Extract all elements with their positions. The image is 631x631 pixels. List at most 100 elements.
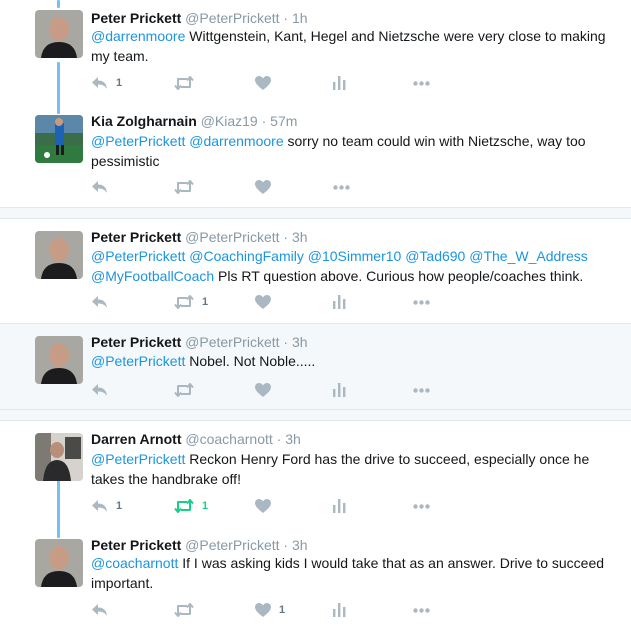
retweet-button[interactable] [174,380,194,400]
timestamp[interactable]: · 57m [262,113,298,129]
tweet-header: Peter Prickett @PeterPrickett · 3h [91,536,308,554]
like-button[interactable] [255,292,271,312]
tweet[interactable]: Peter Prickett @PeterPrickett · 1h @darr… [0,0,631,103]
like-button[interactable]: 1 [255,600,285,620]
timestamp[interactable]: · 3h [283,537,307,553]
author-name[interactable]: Kia Zolgharnain [91,113,197,129]
avatar[interactable] [35,433,83,481]
retweet-icon [174,76,194,90]
like-button[interactable] [255,380,271,400]
more-button[interactable] [413,292,430,312]
analytics-icon [333,76,346,90]
author-name[interactable]: Peter Prickett [91,537,181,553]
retweet-button[interactable] [174,177,194,197]
timestamp[interactable]: · 1h [283,10,307,26]
timestamp[interactable]: · 3h [283,229,307,245]
divider [0,207,631,208]
more-button[interactable] [413,380,430,400]
mention-link[interactable]: @The_W_Address [469,248,587,264]
tweet-header: Peter Prickett @PeterPrickett · 3h [91,333,308,351]
author-name[interactable]: Darren Arnott [91,431,182,447]
analytics-icon [333,295,346,309]
reply-button[interactable] [91,380,108,400]
tweet[interactable]: Kia Zolgharnain @Kiaz19 · 57m @PeterPric… [0,103,631,208]
analytics-icon [333,603,346,617]
heart-icon [255,295,271,309]
tweet-actions: 1 [91,600,430,620]
like-count: 1 [279,604,286,616]
author-name[interactable]: Peter Prickett [91,334,181,350]
retweet-button[interactable] [174,73,194,93]
mention-link[interactable]: @MyFootballCoach [91,268,214,284]
analytics-button[interactable] [333,292,346,312]
retweet-icon [174,383,194,397]
tweet-actions: 1 [91,292,430,312]
more-button[interactable] [333,177,350,197]
mention-link[interactable]: @darrenmoore [91,28,185,44]
reply-button[interactable] [91,600,108,620]
timestamp[interactable]: · 3h [283,334,307,350]
author-handle[interactable]: @PeterPrickett [185,334,279,350]
reply-icon [91,383,108,397]
mention-link[interactable]: @PeterPrickett [91,451,185,467]
like-button[interactable] [255,177,271,197]
conversation-separator [0,410,631,420]
mention-link[interactable]: @PeterPrickett [91,248,185,264]
analytics-button[interactable] [333,600,346,620]
reply-button[interactable]: 1 [91,73,122,93]
more-icon [413,503,430,509]
tweet[interactable]: Darren Arnott @coacharnott · 3h @PeterPr… [0,421,631,531]
retweet-button[interactable] [174,600,194,620]
tweet[interactable]: Peter Prickett @PeterPrickett · 3h @Pete… [0,219,631,323]
mention-link[interactable]: @10Simmer10 [308,248,402,264]
author-handle[interactable]: @PeterPrickett [185,229,279,245]
author-name[interactable]: Peter Prickett [91,10,181,26]
tweet-text-segment: Nobel. Not Noble..... [185,353,316,369]
analytics-button[interactable] [333,73,346,93]
retweet-button[interactable]: 1 [174,496,208,516]
analytics-icon [333,499,346,513]
author-handle[interactable]: @Kiaz19 [201,113,258,129]
tweet-text: @PeterPrickett @darrenmoore sorry no tea… [91,131,606,171]
author-name[interactable]: Peter Prickett [91,229,181,245]
avatar[interactable] [35,10,83,58]
tweet-actions [91,380,430,400]
more-icon [413,607,430,613]
more-icon [413,299,430,305]
timestamp[interactable]: · 3h [277,431,301,447]
tweet[interactable]: Peter Prickett @PeterPrickett · 3h @Pete… [0,324,631,409]
avatar[interactable] [35,115,83,163]
reply-button[interactable] [91,177,108,197]
avatar[interactable] [35,231,83,279]
retweet-button[interactable]: 1 [174,292,208,312]
retweet-icon [174,603,194,617]
avatar[interactable] [35,539,83,587]
like-button[interactable] [255,73,271,93]
more-button[interactable] [413,496,430,516]
tweet-text: @PeterPrickett @CoachingFamily @10Simmer… [91,246,606,286]
more-button[interactable] [413,600,430,620]
mention-link[interactable]: @PeterPrickett [91,353,185,369]
tweet-header: Peter Prickett @PeterPrickett · 1h [91,9,308,27]
author-handle[interactable]: @coacharnott [185,431,272,447]
analytics-button[interactable] [333,496,346,516]
analytics-button[interactable] [333,380,346,400]
tweet[interactable]: Peter Prickett @PeterPrickett · 3h @coac… [0,531,631,631]
heart-icon [255,180,271,194]
like-button[interactable] [255,496,271,516]
more-icon [413,80,430,86]
more-button[interactable] [413,73,430,93]
mention-link[interactable]: @CoachingFamily [189,248,304,264]
reply-button[interactable]: 1 [91,496,122,516]
mention-link[interactable]: @coacharnott [91,555,178,571]
author-handle[interactable]: @PeterPrickett [185,537,279,553]
analytics-icon [333,383,346,397]
mention-link[interactable]: @Tad690 [405,248,465,264]
heart-icon [255,603,271,617]
reply-button[interactable] [91,292,108,312]
mention-link[interactable]: @darrenmoore [189,133,283,149]
avatar[interactable] [35,336,83,384]
mention-link[interactable]: @PeterPrickett [91,133,185,149]
reply-icon [91,295,108,309]
author-handle[interactable]: @PeterPrickett [185,10,279,26]
